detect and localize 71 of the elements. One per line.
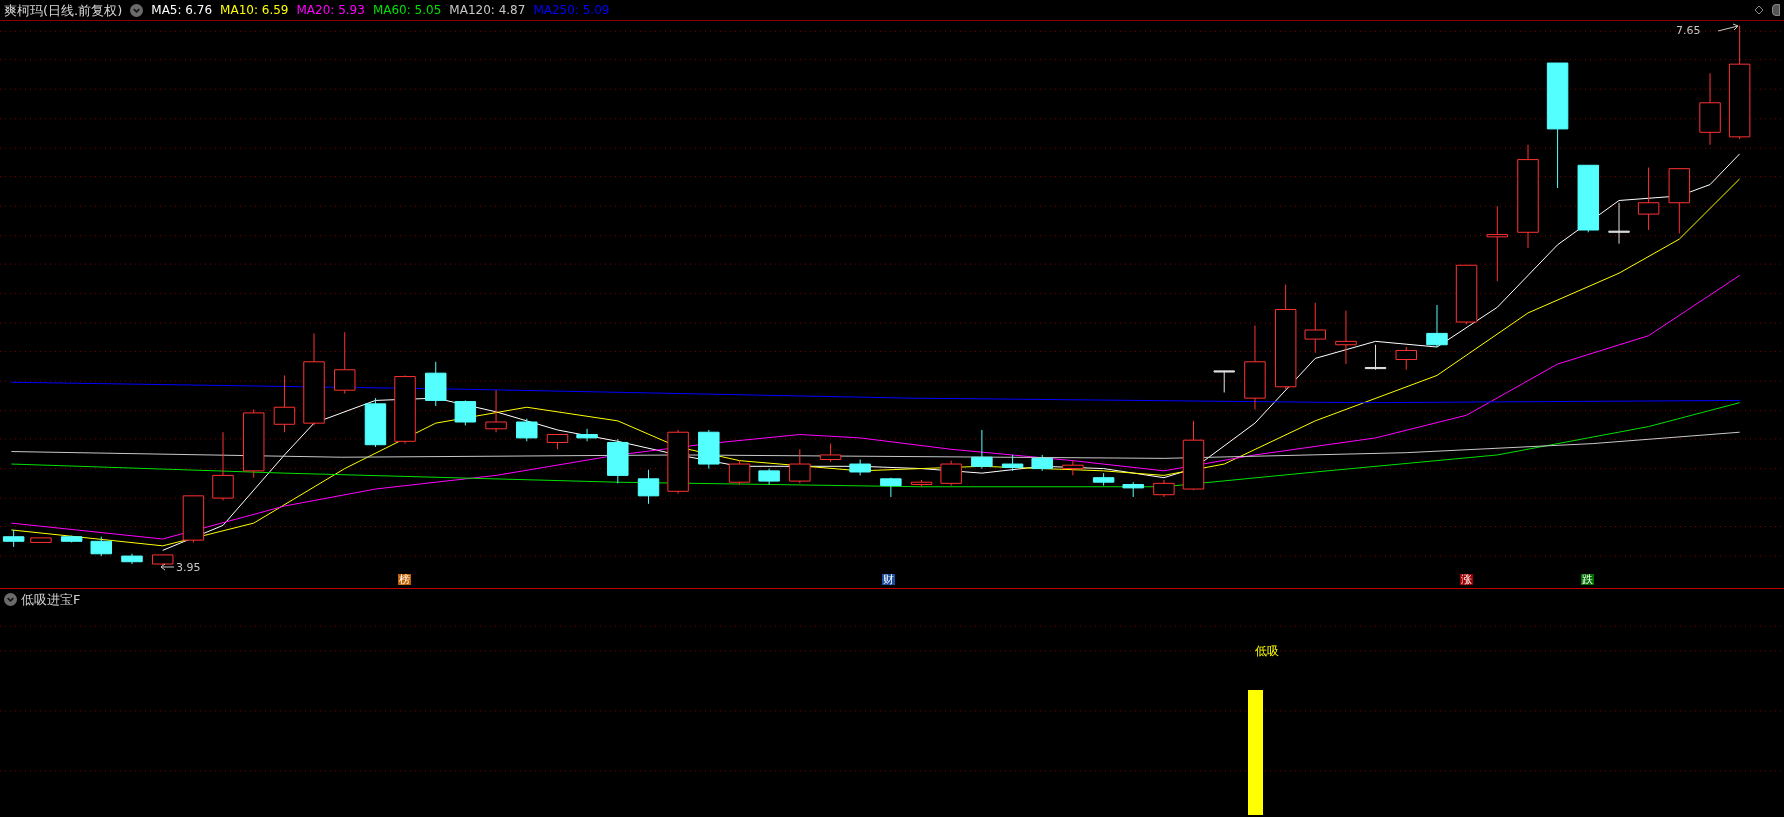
event-marker[interactable]: 涨 — [1459, 574, 1473, 585]
diamond-icon[interactable] — [1754, 5, 1764, 15]
candlestick — [485, 389, 507, 433]
candlestick — [1213, 370, 1235, 393]
dropdown-chevron-icon[interactable] — [4, 592, 17, 606]
candlestick — [364, 397, 387, 448]
candlestick — [425, 361, 447, 407]
candlestick — [819, 443, 842, 463]
candlestick — [273, 374, 296, 433]
candlestick — [1092, 472, 1115, 487]
event-marker[interactable]: 榜 — [398, 574, 412, 585]
candlestick — [758, 468, 780, 485]
candlestick — [1304, 302, 1326, 354]
candlestick — [1577, 164, 1600, 233]
candlestick — [789, 448, 811, 484]
candlestick — [728, 460, 751, 485]
high-price-label: 7.65 — [1676, 25, 1701, 36]
candlestick — [1182, 420, 1205, 491]
candlestick — [1031, 454, 1053, 472]
event-marker[interactable]: 财 — [881, 574, 895, 585]
candlestick — [151, 554, 174, 566]
candlestick — [1364, 344, 1387, 371]
candlestick — [667, 429, 689, 495]
candlestick — [546, 434, 569, 450]
candlestick — [849, 459, 871, 476]
candlestick — [1001, 454, 1024, 472]
candlestick — [1668, 168, 1691, 234]
candlestick — [212, 431, 234, 501]
moving-average-label: MA5: 6.76 — [151, 4, 213, 16]
dropdown-chevron-icon[interactable] — [130, 3, 144, 17]
indicator-title: 低吸进宝F — [21, 592, 81, 606]
candlestick — [1122, 481, 1144, 498]
candlestick — [1395, 346, 1417, 371]
moving-average-label: MA250: 5.09 — [533, 4, 610, 16]
candlestick — [30, 537, 52, 543]
candlestick — [637, 469, 660, 505]
candlestick — [940, 460, 962, 487]
candlestick — [2, 529, 25, 548]
candlestick — [1426, 304, 1448, 348]
moving-average-label: MA20: 5.93 — [296, 4, 365, 16]
signal-label: 低吸 — [1255, 645, 1279, 657]
candlestick — [121, 553, 143, 565]
candlestick — [1153, 479, 1175, 498]
candlestick — [880, 477, 902, 498]
candlestick — [1637, 167, 1660, 231]
candlestick — [910, 479, 933, 488]
candlestick — [454, 399, 477, 426]
candlestick — [516, 418, 538, 442]
candlestick — [60, 535, 83, 543]
panel-toggle-icon[interactable] — [1772, 4, 1780, 16]
candlestick — [971, 429, 993, 470]
candlestick — [1455, 264, 1478, 325]
candlestick — [607, 438, 629, 484]
candlestick — [698, 429, 720, 470]
moving-average-label: MA120: 4.87 — [449, 4, 526, 16]
pointer-arrow-icon — [1718, 23, 1740, 33]
candlestick — [1062, 460, 1084, 476]
low-price-label: 3.95 — [176, 562, 201, 573]
moving-average-label: MA10: 6.59 — [220, 4, 289, 16]
candlestick — [1335, 310, 1357, 365]
candlestick — [576, 428, 598, 442]
moving-average-label: MA60: 5.05 — [372, 4, 442, 16]
candlestick — [182, 495, 205, 543]
chart-title: 爽柯玛(日线.前复权) — [4, 3, 123, 17]
candlestick — [394, 374, 416, 445]
candlestick — [243, 409, 265, 479]
candlestick — [1608, 202, 1630, 245]
event-marker[interactable]: 跌 — [1581, 574, 1595, 585]
candlestick — [334, 331, 356, 395]
pointer-arrow-icon — [160, 563, 174, 571]
candlestick — [90, 536, 112, 557]
